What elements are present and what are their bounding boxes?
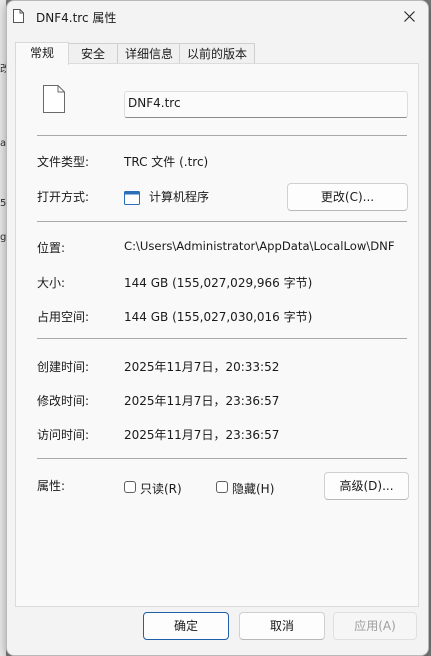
readonly-label[interactable]: 只读(R) (140, 480, 182, 497)
size-on-disk-value: 144 GB (155,027,030,016 字节) (124, 310, 313, 324)
size-label: 大小: (37, 276, 66, 290)
tab-details[interactable]: 详细信息 (117, 43, 181, 64)
hidden-label[interactable]: 隐藏(H) (232, 480, 274, 497)
readonly-checkbox[interactable] (124, 481, 136, 493)
file-type-label: 文件类型: (37, 155, 90, 169)
properties-dialog: DNF4.trc 属性 常规 安全 详细信息 以前的版本 DNF4.trc 文件… (6, 0, 429, 656)
created-label: 创建时间: (37, 360, 90, 374)
program-icon (124, 191, 140, 205)
attributes-label: 属性: (37, 479, 66, 493)
title-bar[interactable]: DNF4.trc 属性 (7, 1, 428, 31)
size-on-disk-label: 占用空间: (37, 310, 90, 324)
file-icon (43, 85, 65, 113)
file-name-input[interactable]: DNF4.trc (124, 91, 408, 118)
separator (37, 338, 407, 339)
hidden-checkbox[interactable] (216, 481, 228, 493)
accessed-value: 2025年11月7日，23:36:57 (124, 428, 280, 442)
file-icon (13, 9, 24, 23)
general-tab-panel: DNF4.trc 文件类型: TRC 文件 (.trc) 打开方式: 计算机程序… (15, 63, 419, 607)
ok-button[interactable]: 确定 (143, 612, 229, 640)
advanced-button[interactable]: 高级(D)... (324, 472, 409, 500)
apply-button[interactable]: 应用(A) (333, 612, 417, 640)
window-title: DNF4.trc 属性 (36, 11, 117, 25)
modified-value: 2025年11月7日，23:36:57 (124, 394, 280, 408)
cancel-button[interactable]: 取消 (239, 612, 325, 640)
close-icon (403, 10, 415, 22)
size-value: 144 GB (155,027,029,966 字节) (124, 276, 313, 290)
tab-previous-versions[interactable]: 以前的版本 (179, 43, 255, 64)
change-button[interactable]: 更改(C)... (287, 183, 408, 211)
opens-with-label: 打开方式: (37, 190, 90, 204)
created-value: 2025年11月7日，20:33:52 (124, 360, 280, 374)
opens-with-value: 计算机程序 (149, 190, 210, 204)
separator (37, 458, 407, 459)
close-button[interactable] (396, 5, 422, 27)
file-type-value: TRC 文件 (.trc) (124, 155, 209, 169)
modified-label: 修改时间: (37, 394, 90, 408)
tab-general[interactable]: 常规 (15, 42, 69, 65)
accessed-label: 访问时间: (37, 428, 90, 442)
separator (37, 221, 407, 222)
location-label: 位置: (37, 241, 66, 255)
tab-security[interactable]: 安全 (67, 43, 119, 64)
separator (37, 135, 407, 136)
location-value: C:\Users\Administrator\AppData\LocalLow\… (124, 239, 395, 253)
